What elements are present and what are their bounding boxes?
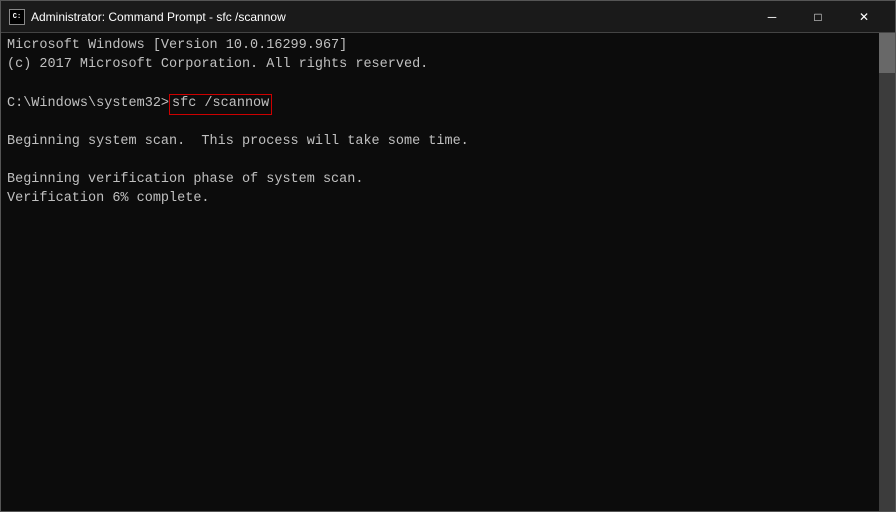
output-line-8: Verification 6% complete. (7, 190, 871, 209)
console-content: Microsoft Windows [Version 10.0.16299.96… (7, 37, 889, 209)
output-line-7: Beginning verification phase of system s… (7, 171, 871, 190)
close-button[interactable]: ✕ (841, 1, 887, 33)
cmd-icon (9, 9, 25, 25)
window-title: Administrator: Command Prompt - sfc /sca… (31, 10, 286, 24)
command-line: C:\Windows\system32>sfc /scannow (7, 94, 871, 115)
scrollbar[interactable] (879, 33, 895, 511)
output-line-5: Beginning system scan. This process will… (7, 133, 871, 152)
cmd-window: Administrator: Command Prompt - sfc /sca… (0, 0, 896, 512)
minimize-button[interactable]: ─ (749, 1, 795, 33)
command-text: sfc /scannow (169, 94, 272, 115)
window-controls: ─ □ ✕ (749, 1, 887, 33)
output-line-2: (c) 2017 Microsoft Corporation. All righ… (7, 56, 871, 75)
output-line-1: Microsoft Windows [Version 10.0.16299.96… (7, 37, 871, 56)
blank-line-1 (7, 75, 871, 94)
blank-line-2 (7, 115, 871, 134)
title-bar-left: Administrator: Command Prompt - sfc /sca… (9, 9, 286, 25)
prompt: C:\Windows\system32> (7, 95, 169, 114)
blank-line-3 (7, 152, 871, 171)
console-area[interactable]: Microsoft Windows [Version 10.0.16299.96… (1, 33, 895, 511)
title-bar: Administrator: Command Prompt - sfc /sca… (1, 1, 895, 33)
scrollbar-thumb[interactable] (879, 33, 895, 73)
maximize-button[interactable]: □ (795, 1, 841, 33)
